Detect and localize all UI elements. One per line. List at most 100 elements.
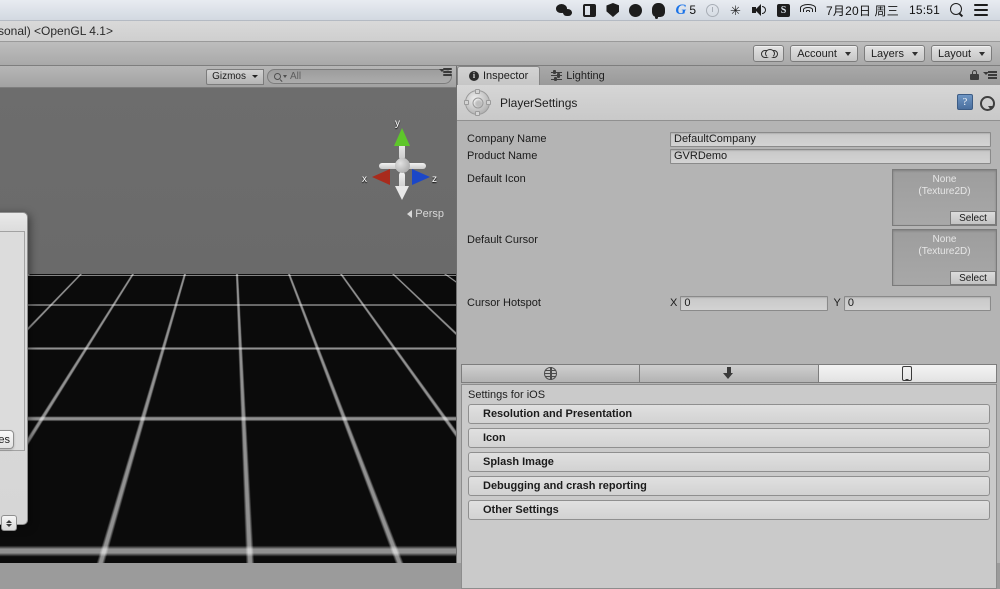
gizmo-cone-z[interactable]: [412, 169, 430, 185]
product-name-input[interactable]: GVRDemo: [670, 148, 991, 164]
default-icon-value-block: None (Texture2D): [893, 174, 996, 198]
gizmos-label: Gizmos: [212, 71, 246, 82]
unity-toolbar: Account Layers Layout: [0, 42, 1000, 66]
section-other-settings[interactable]: Other Settings: [468, 500, 990, 520]
scene-search-value: All: [290, 71, 302, 82]
scene-view-toolbar: Gizmos All: [0, 66, 456, 88]
default-icon-object-field[interactable]: None (Texture2D) Select: [892, 169, 997, 226]
stepper-down-icon[interactable]: [6, 523, 12, 527]
bluetooth-icon[interactable]: ✳: [724, 0, 747, 21]
lock-icon[interactable]: [970, 70, 979, 80]
projection-label: Persp: [415, 208, 444, 220]
dialog-stepper-control[interactable]: [1, 515, 17, 531]
date-text: 7月20日 周三: [826, 3, 899, 18]
dialog-content-area: [0, 231, 25, 451]
settings-cog-icon: [464, 89, 491, 116]
chevron-down-icon: [844, 51, 851, 56]
company-name-input[interactable]: DefaultCompany: [670, 131, 991, 147]
scene-viewport[interactable]: y x z Persp: [0, 88, 456, 563]
gizmo-cone-x[interactable]: [372, 169, 390, 185]
download-arrow-icon: [723, 366, 734, 381]
platform-tab-bar: [461, 364, 997, 383]
stepper-up-icon[interactable]: [6, 519, 12, 523]
default-cursor-value-block: None (Texture2D): [893, 234, 996, 258]
tab-lighting-label: Lighting: [566, 69, 605, 82]
cursor-hotspot-label: Cursor Hotspot: [467, 297, 541, 309]
search-icon: [274, 73, 281, 80]
panel-menu-icon[interactable]: [983, 71, 997, 80]
tab-inspector-label: Inspector: [483, 70, 529, 82]
section-debugging-and-crash-reporting[interactable]: Debugging and crash reporting: [468, 476, 990, 496]
menubar-clock: 15:51: [904, 0, 945, 21]
cloud-services-button[interactable]: [753, 45, 785, 62]
hotspot-x-label: X: [670, 297, 678, 309]
brave-shield-icon[interactable]: [601, 0, 624, 21]
hotspot-y-label: Y: [833, 297, 841, 309]
volume-icon[interactable]: [747, 0, 772, 21]
lighting-sliders-icon: [551, 69, 563, 83]
tab-inspector[interactable]: i Inspector: [457, 66, 541, 85]
ios-platform-tab[interactable]: [818, 364, 997, 383]
gizmo-cone-neg-y[interactable]: [395, 186, 409, 200]
layout-dropdown[interactable]: Layout: [930, 45, 992, 62]
company-name-label: Company Name: [467, 133, 547, 145]
account-dropdown[interactable]: Account: [790, 45, 858, 62]
scene-projection-toggle[interactable]: Persp: [407, 208, 444, 220]
layout-label: Layout: [937, 47, 971, 60]
section-splash-image[interactable]: Splash Image: [468, 452, 990, 472]
hotspot-y-input[interactable]: 0: [843, 295, 991, 311]
info-icon: i: [469, 71, 479, 81]
default-cursor-value: None: [932, 234, 957, 245]
spotlight-search-icon[interactable]: [945, 0, 969, 21]
grammarly-g-icon[interactable]: G 5: [670, 0, 701, 21]
gizmo-center: [395, 158, 410, 173]
settings-for-platform-label: Settings for iOS: [468, 389, 546, 401]
product-name-label: Product Name: [467, 150, 538, 162]
default-icon-select-button[interactable]: Select: [950, 211, 996, 225]
scene-search-input[interactable]: All: [267, 69, 452, 84]
phone-icon: [902, 366, 913, 381]
section-resolution-and-presentation[interactable]: Resolution and Presentation: [468, 404, 990, 424]
chevron-down-icon: [283, 75, 287, 78]
help-book-icon[interactable]: ?: [957, 94, 973, 110]
scene-panel-menu-icon[interactable]: [439, 68, 452, 77]
gizmos-dropdown[interactable]: Gizmos: [206, 68, 264, 85]
standalone-platform-tab[interactable]: [640, 364, 819, 383]
unity-window-title-bar: sonal) <OpenGL 4.1>: [0, 21, 1000, 42]
inspector-body: Company Name DefaultCompany Product Name…: [457, 121, 1000, 589]
company-name-row: Company Name DefaultCompany: [467, 131, 991, 147]
gear-icon[interactable]: [979, 95, 995, 111]
scene-view[interactable]: Gizmos All y x z Persp: [0, 66, 456, 563]
webgl-platform-tab[interactable]: [461, 364, 641, 383]
account-label: Account: [797, 47, 837, 60]
inspector-panel: i Inspector Lighting PlayerSettings ? Co…: [456, 66, 1000, 589]
layers-dropdown[interactable]: Layers: [863, 45, 925, 62]
chevron-down-icon: [252, 75, 258, 78]
split-view-icon[interactable]: [578, 0, 601, 21]
chevron-down-icon: [911, 51, 918, 56]
dark-circle-icon[interactable]: [624, 0, 647, 21]
tab-lighting[interactable]: Lighting: [540, 66, 616, 85]
default-cursor-label: Default Cursor: [467, 234, 538, 246]
default-cursor-object-field[interactable]: None (Texture2D) Select: [892, 229, 997, 286]
scene-orientation-gizmo[interactable]: y x z: [358, 118, 444, 210]
default-cursor-select-button[interactable]: Select: [950, 271, 996, 285]
wechat-icon[interactable]: [551, 0, 578, 21]
section-icon[interactable]: Icon: [468, 428, 990, 448]
dialog-confirm-button[interactable]: es: [0, 430, 14, 449]
time-text: 15:51: [908, 3, 940, 17]
inspector-tab-bar: i Inspector Lighting: [457, 66, 1000, 85]
time-machine-clock-icon[interactable]: [701, 0, 724, 21]
evernote-icon[interactable]: [647, 0, 670, 21]
control-center-icon[interactable]: [969, 0, 993, 21]
wifi-icon[interactable]: [795, 0, 821, 21]
product-name-row: Product Name GVRDemo: [467, 148, 991, 164]
hotspot-x-input[interactable]: 0: [680, 295, 828, 311]
gizmo-cone-y[interactable]: [394, 128, 410, 146]
snipaste-s-icon[interactable]: S: [772, 0, 795, 21]
default-icon-label: Default Icon: [467, 173, 526, 185]
page-title: PlayerSettings: [500, 95, 578, 110]
background-dialog-window[interactable]: [0, 212, 28, 525]
cloud-icon: [761, 49, 779, 58]
cursor-hotspot-row: Cursor Hotspot X 0 Y 0: [467, 295, 991, 311]
